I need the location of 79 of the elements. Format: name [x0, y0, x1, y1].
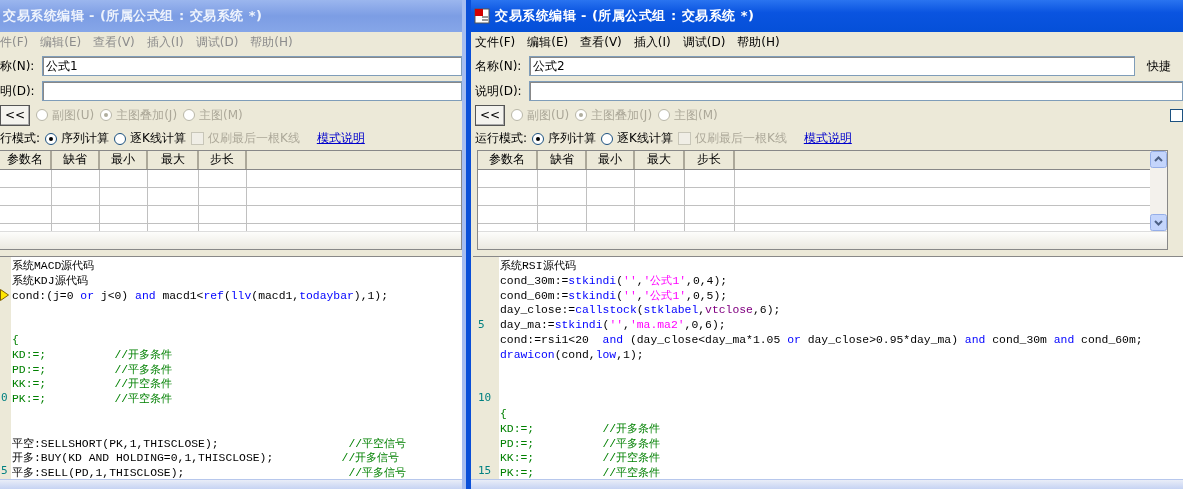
help-link[interactable]: 模式说明	[803, 130, 852, 147]
column-header[interactable]: 最大	[148, 151, 199, 169]
menu-item[interactable]: 帮助(H)	[737, 34, 780, 51]
column-header[interactable]: 参数名	[0, 151, 52, 169]
horizontal-scrollbar[interactable]	[0, 231, 461, 249]
code-line: 系统MACD源代码	[12, 259, 96, 274]
line-number: 15	[477, 464, 492, 479]
column-header[interactable]: 最小	[100, 151, 148, 169]
checkbox[interactable]	[1170, 108, 1183, 122]
name-field[interactable]: 公式1	[42, 56, 462, 76]
radio-button[interactable]	[532, 132, 545, 145]
scroll-down-icon[interactable]	[1150, 214, 1167, 231]
menu-item[interactable]: 插入(I)	[633, 34, 671, 51]
description-field[interactable]	[42, 81, 462, 101]
code-line: cond_60m:=stkindi('','公式1',0,5);	[500, 288, 729, 304]
mode-label: 运行模式:	[475, 130, 528, 147]
column-header[interactable]: 最小	[587, 151, 635, 169]
code-line: {	[12, 333, 20, 348]
code-line: 平空:SELLSHORT(PK,1,THISCLOSE); //平空信号	[12, 436, 408, 452]
name-field[interactable]: 公式2	[529, 56, 1135, 76]
radio-label: 序列计算	[61, 130, 110, 147]
menu-item[interactable]: 文件(F)	[475, 34, 516, 51]
radio-button[interactable]	[45, 132, 58, 145]
column-header[interactable]: 缺省	[538, 151, 587, 169]
column-header[interactable]: 步长	[685, 151, 735, 169]
scroll-up-icon[interactable]	[1150, 151, 1167, 168]
code-line: KK:=; //开空条件	[500, 451, 662, 467]
description-field[interactable]	[529, 81, 1183, 101]
name-label: 名称(N):	[475, 57, 523, 75]
radio-button[interactable]	[601, 132, 614, 145]
mode-label: 行模式:	[0, 130, 41, 147]
radio-label: 序列计算	[548, 130, 597, 147]
code-line: cond:=rsi1<20 and (day_close<day_ma*1.05 or day_close>0.95*day_ma) and cond_30m and cond_60m;	[500, 333, 1144, 348]
description-label: 明(D):	[0, 82, 36, 100]
menu-item[interactable]: 查看(V)	[580, 34, 622, 51]
code-line: cond:(j=0 or j<0) and macd1<ref(llv(macd1,todaybar),1);	[12, 288, 390, 304]
radio-label: 逐K线计算	[130, 130, 186, 147]
horizontal-scrollbar[interactable]	[0, 479, 462, 489]
code-line: cond_30m:=stkindi('','公式1',0,4);	[500, 273, 729, 289]
code-line: drawicon(cond,low,1);	[500, 347, 645, 363]
code-line: 系统KDJ源代码	[12, 273, 89, 289]
radio-label: 逐K线计算	[617, 130, 673, 147]
column-header[interactable]: 参数名	[478, 151, 538, 169]
collapse-button[interactable]: <<	[0, 104, 30, 126]
code-line: day_close:=callstock(stklabel,vtclose,6);	[500, 303, 782, 319]
radio-button[interactable]	[114, 132, 127, 145]
code-line: {	[500, 406, 508, 422]
window-title: 交易系统编辑 - (所属公式组 : 交易系统 *)	[495, 7, 755, 25]
code-line: 开多:BUY(KD AND HOLDING=0,1,THISCLOSE); //开多信号	[12, 451, 401, 467]
code-line: PK:=; //平空条件	[500, 466, 662, 479]
shortcut-label: 快捷	[1146, 57, 1172, 75]
code-line: PD:=; //平多条件	[500, 436, 662, 452]
code-line: 平多:SELL(PD,1,THISCLOSE); //平多信号	[12, 466, 408, 479]
name-label: 称(N):	[0, 57, 36, 75]
code-line: KD:=; //开多条件	[500, 421, 662, 437]
code-line: day_ma:=stkindi('','ma.ma2',0,6);	[500, 318, 727, 333]
column-header[interactable]: 最大	[635, 151, 685, 169]
code-editor[interactable]	[0, 256, 462, 479]
line-number: 5	[477, 317, 485, 333]
menu-item[interactable]: 编辑(E)	[527, 34, 569, 51]
column-header[interactable]: 步长	[199, 151, 247, 169]
code-editor[interactable]	[473, 256, 1183, 479]
window-title: 交易系统编辑 - (所属公式组 : 交易系统 *)	[3, 7, 263, 25]
code-line: PK:=; //平空条件	[12, 392, 174, 407]
line-number: 10	[477, 390, 492, 406]
horizontal-scrollbar[interactable]	[478, 231, 1167, 249]
line-number: 0	[0, 390, 8, 406]
code-line: KK:=; //开空条件	[12, 377, 174, 393]
help-link[interactable]: 模式说明	[316, 130, 365, 147]
column-header[interactable]: 缺省	[52, 151, 100, 169]
scrollbar[interactable]	[1150, 151, 1167, 231]
code-line: 系统RSI源代码	[500, 259, 577, 274]
code-line: KD:=; //开多条件	[12, 347, 174, 363]
collapse-button[interactable]: <<	[475, 104, 505, 126]
line-number: 5	[0, 464, 8, 479]
horizontal-scrollbar[interactable]	[471, 479, 1183, 489]
menu-item[interactable]: 调试(D)	[682, 34, 726, 51]
code-line: PD:=; //平多条件	[12, 362, 174, 378]
description-label: 说明(D):	[475, 82, 523, 100]
